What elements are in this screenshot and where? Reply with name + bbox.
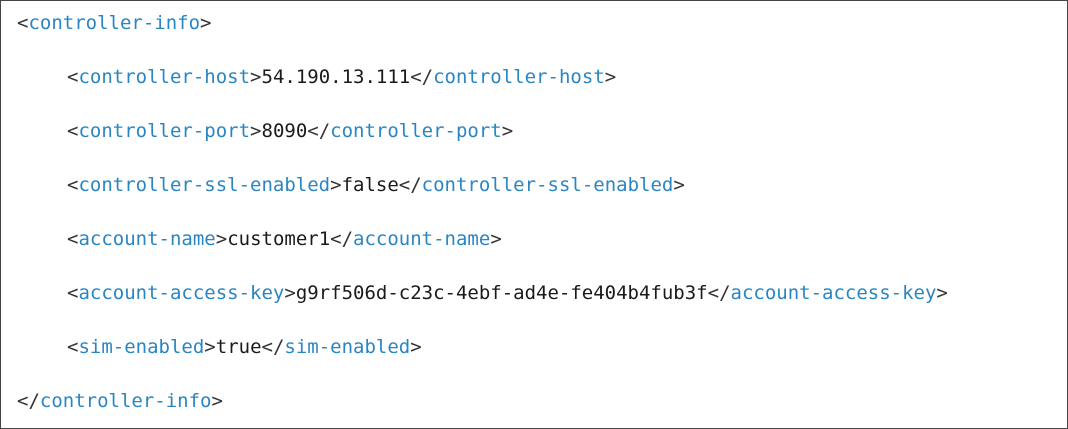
element-open-tag: sim-enabled [78,336,205,358]
element-value: 54.190.13.111 [261,66,411,88]
element-value: false [341,174,399,196]
xml-element-line: <controller-port>8090</controller-port> [67,117,513,145]
open-angle: < [67,174,79,196]
close-angle: > [211,390,223,412]
close-angle: > [604,66,617,88]
element-open-tag: account-access-key [78,282,285,304]
end-open-angle: </ [307,120,331,142]
element-value: g9rf506d-c23c-4ebf-ad4e-fe404b4fub3f [295,282,708,304]
close-angle: > [490,228,502,250]
close-angle: > [200,12,212,34]
xml-element-line: <account-name>customer1</account-name> [67,225,502,253]
root-open-tag-line: <controller-info> [17,9,212,37]
close-angle: > [330,174,342,196]
open-angle: < [67,336,79,358]
element-close-tag: controller-port [330,120,502,142]
end-open-angle: </ [330,228,354,250]
end-open-angle: </ [261,336,285,358]
element-close-tag: account-access-key [730,282,937,304]
open-angle: < [17,12,29,34]
element-close-tag: sim-enabled [284,336,411,358]
xml-element-line: <controller-host>54.190.13.111</controll… [67,63,616,91]
close-angle: > [936,282,948,304]
open-angle: < [67,282,79,304]
open-angle: < [67,120,79,142]
close-angle: > [250,66,262,88]
element-open-tag: controller-ssl-enabled [78,174,331,196]
close-angle: > [204,336,216,358]
element-close-tag: account-name [353,228,491,250]
xml-element-line: <sim-enabled>true</sim-enabled> [67,333,422,361]
close-angle: > [410,336,422,358]
end-open-angle: </ [410,66,434,88]
open-angle: < [67,228,79,250]
close-angle: > [215,228,228,250]
close-angle: > [673,174,685,196]
element-value: true [215,336,262,358]
element-value: customer1 [227,228,331,250]
end-open-angle: </ [398,174,422,196]
open-angle: < [67,66,79,88]
xml-element-line: <account-access-key>g9rf506d-c23c-4ebf-a… [67,279,948,307]
close-angle: > [250,120,262,142]
xml-element-line: <controller-ssl-enabled>false</controlle… [67,171,685,199]
root-close-tag-line: </controller-info> [17,387,223,415]
element-close-tag: controller-ssl-enabled [421,174,674,196]
element-open-tag: controller-port [78,120,251,142]
root-tag-name: controller-info [28,12,201,34]
close-angle: > [284,282,296,304]
element-open-tag: controller-host [78,66,251,88]
end-open-angle: </ [17,390,40,412]
end-open-angle: </ [707,282,731,304]
element-value: 8090 [261,120,308,142]
close-angle: > [501,120,514,142]
element-close-tag: controller-host [433,66,605,88]
element-open-tag: account-name [78,228,216,250]
xml-code-block: <controller-info> <controller-host>54.19… [0,0,1068,429]
root-close-tag-name: controller-info [39,390,212,412]
